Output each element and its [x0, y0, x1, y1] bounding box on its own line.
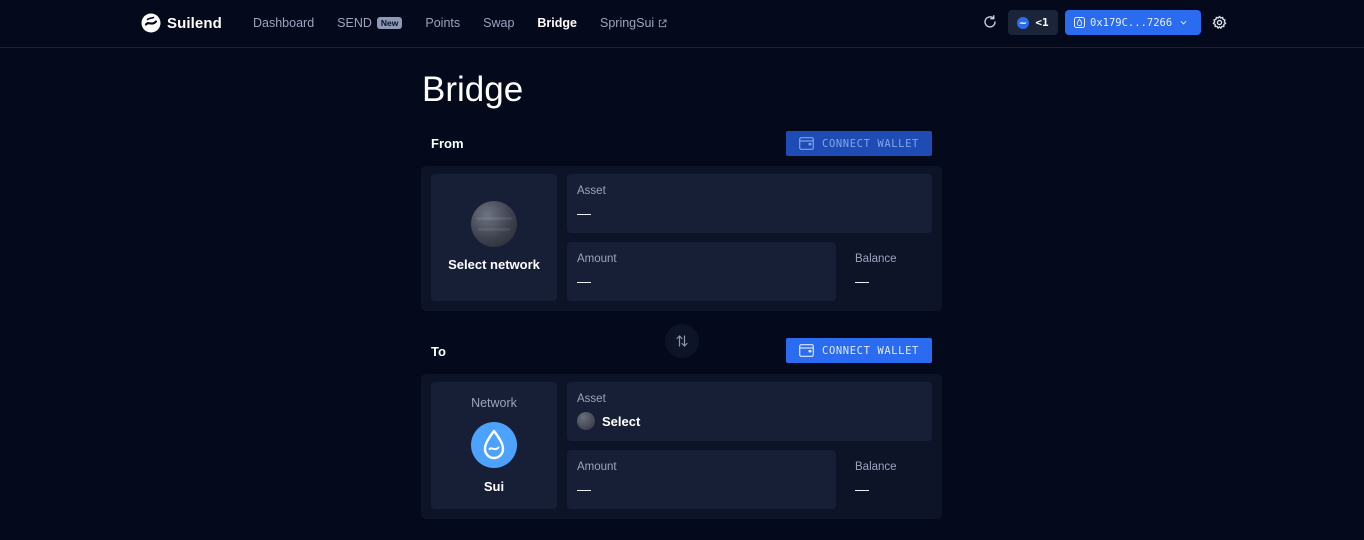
from-amount-value: —	[577, 273, 591, 289]
external-link-icon	[659, 18, 667, 27]
to-asset-label: Asset	[577, 393, 606, 405]
to-balance-value: —	[855, 481, 869, 497]
to-card: Network Sui Asset Select Amount — Balanc…	[421, 374, 942, 519]
from-asset-label: Asset	[577, 185, 606, 197]
points-value: <1	[1035, 16, 1049, 29]
to-amount-field[interactable]: Amount —	[567, 450, 836, 509]
from-label: From	[431, 136, 464, 151]
from-asset-value: —	[577, 205, 591, 221]
nav-send[interactable]: SEND New	[337, 16, 403, 30]
from-asset-field[interactable]: Asset —	[567, 174, 932, 233]
nav-dashboard-label: Dashboard	[253, 16, 315, 30]
from-amount-field[interactable]: Amount —	[567, 242, 836, 301]
wallet-button[interactable]: 0x179C...7266	[1065, 10, 1201, 35]
wallet-icon	[799, 344, 814, 357]
gear-icon[interactable]	[1212, 15, 1227, 30]
nav-swap-label: Swap	[483, 16, 515, 30]
swap-arrows-icon	[676, 335, 688, 347]
send-points-icon	[1017, 16, 1030, 29]
main-nav: Dashboard SEND New Points Swap Bridge Sp…	[253, 14, 690, 32]
brand-logo[interactable]: Suilend	[141, 12, 222, 34]
nav-points-label: Points	[425, 16, 461, 30]
from-connect-wallet-button[interactable]: CONNECT WALLET	[786, 131, 932, 156]
brand-name: Suilend	[167, 14, 222, 32]
to-amount-label: Amount	[577, 461, 617, 473]
from-balance: Balance —	[845, 242, 932, 301]
points-button[interactable]: <1	[1008, 10, 1058, 35]
to-asset-field[interactable]: Asset Select	[567, 382, 932, 441]
page-title: Bridge	[422, 70, 524, 109]
chevron-down-icon	[1180, 20, 1187, 25]
token-placeholder-icon	[577, 412, 595, 430]
suilend-logo-icon	[141, 13, 161, 33]
nav-bridge-label: Bridge	[537, 16, 577, 30]
from-card: Select network Asset — Amount — Balance …	[421, 166, 942, 311]
nav-swap[interactable]: Swap	[483, 16, 514, 30]
from-amount-label: Amount	[577, 253, 617, 265]
asset-select-button[interactable]: Select	[577, 412, 640, 430]
swap-direction-button[interactable]	[665, 324, 699, 358]
wallet-avatar-icon	[1074, 17, 1085, 28]
from-balance-label: Balance	[855, 253, 897, 265]
nav-points[interactable]: Points	[425, 16, 460, 30]
asset-select-label: Select	[602, 413, 641, 429]
to-label: To	[431, 344, 446, 359]
nav-springsui-label: SpringSui	[600, 16, 655, 30]
nav-dashboard[interactable]: Dashboard	[253, 16, 314, 30]
select-network-label: Select network	[448, 257, 540, 272]
new-badge: New	[376, 17, 403, 29]
to-connect-wallet-button[interactable]: CONNECT WALLET	[786, 338, 932, 363]
nav-bridge[interactable]: Bridge	[537, 16, 577, 30]
from-balance-value: —	[855, 273, 869, 289]
top-nav-bar: Suilend Dashboard SEND New Points Swap B…	[0, 0, 1364, 48]
to-balance-label: Balance	[855, 461, 897, 473]
globe-icon	[471, 201, 517, 247]
to-balance: Balance —	[845, 450, 932, 509]
wallet-icon	[799, 137, 814, 150]
to-connect-wallet-label: CONNECT WALLET	[822, 344, 919, 357]
network-caption: Network	[471, 396, 517, 410]
from-connect-wallet-label: CONNECT WALLET	[822, 137, 919, 150]
refresh-icon[interactable]	[982, 14, 998, 30]
to-network-display: Network Sui	[431, 382, 557, 509]
nav-springsui[interactable]: SpringSui	[600, 16, 667, 30]
wallet-address: 0x179C...7266	[1090, 16, 1173, 29]
from-network-selector[interactable]: Select network	[431, 174, 557, 301]
sui-logo-icon	[471, 422, 517, 468]
nav-send-label: SEND	[337, 16, 372, 30]
network-name: Sui	[483, 479, 505, 494]
to-amount-value: —	[577, 481, 591, 497]
